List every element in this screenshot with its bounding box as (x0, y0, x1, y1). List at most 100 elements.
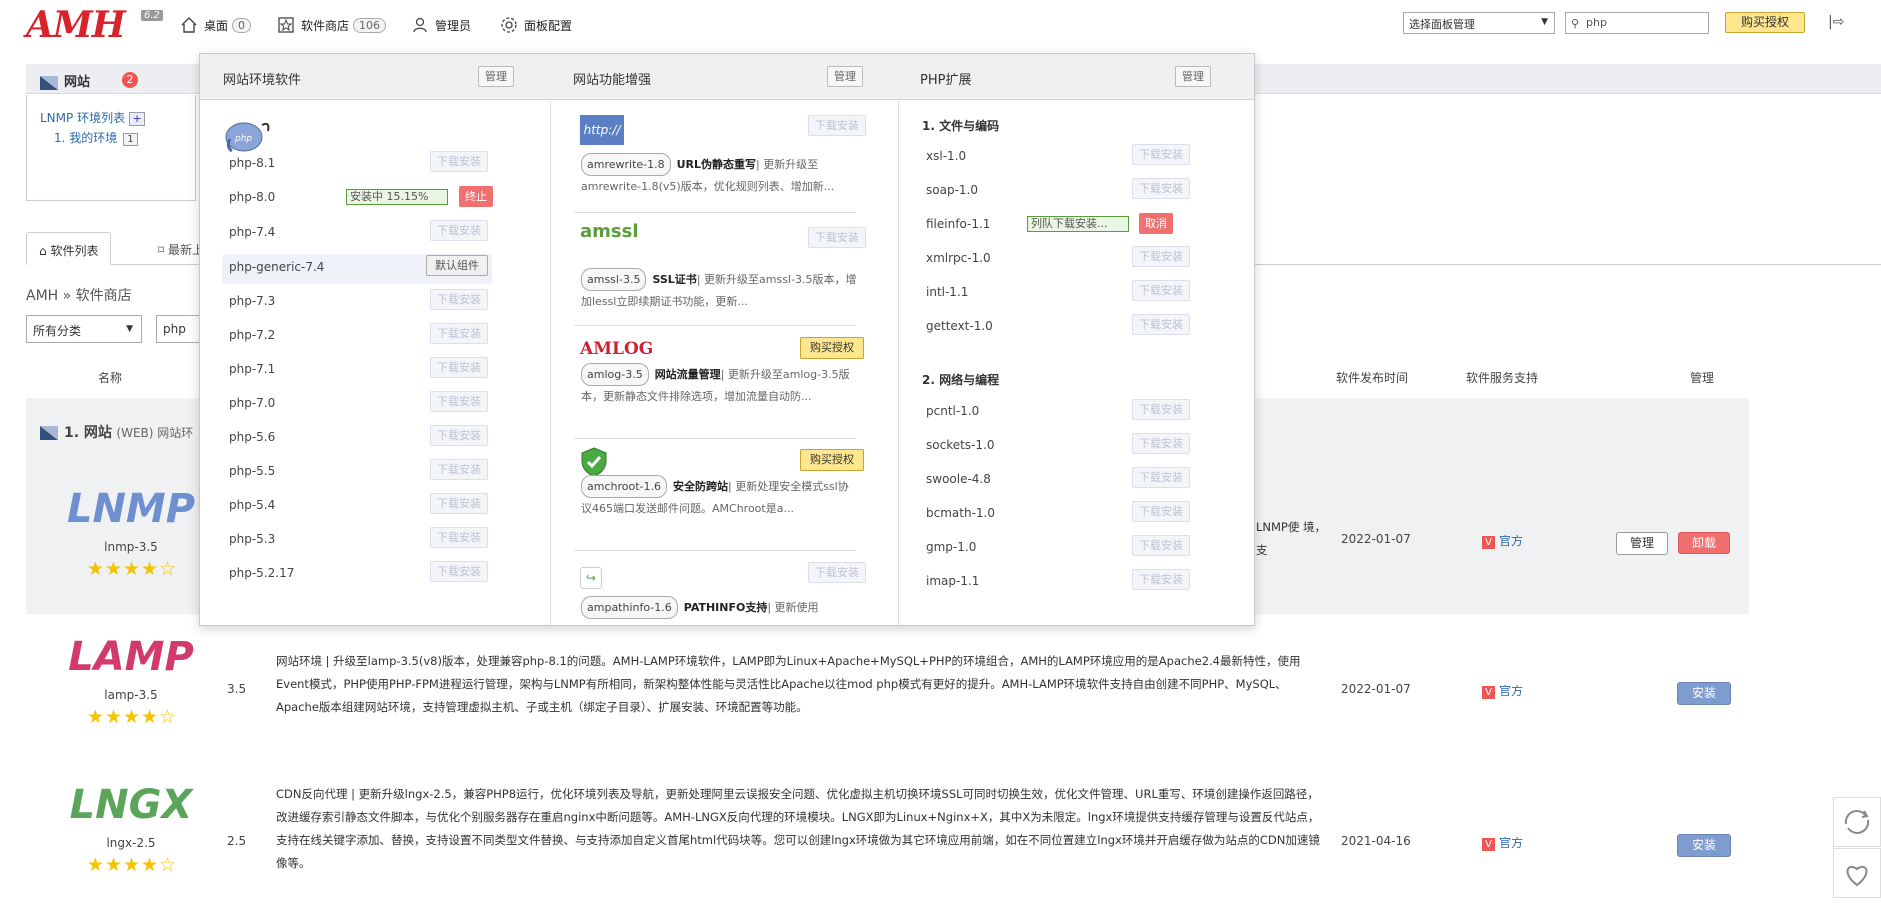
download-install-button[interactable]: 下载安装 (1132, 246, 1190, 267)
refresh-icon[interactable] (1833, 797, 1881, 847)
download-install-button[interactable]: 下载安装 (1132, 399, 1190, 420)
my-env-link[interactable]: 1. 我的环境 1 (54, 129, 138, 146)
official-support[interactable]: V 官方 (1482, 834, 1523, 851)
download-install-button[interactable]: 下载安装 (1132, 280, 1190, 301)
official-support-label: 官方 (1499, 534, 1524, 548)
v-icon: V (1482, 838, 1495, 851)
lngx-logo[interactable]: LNGX (56, 782, 206, 828)
logout-icon[interactable]: |⇨ (1828, 14, 1844, 30)
category-prefix: 1. 网站 (64, 425, 112, 441)
nav-panel-config[interactable]: 面板配置 (500, 14, 572, 36)
flag-icon (40, 426, 58, 440)
official-support[interactable]: V 官方 (1482, 682, 1523, 699)
download-install-button[interactable]: 下载安装 (1132, 535, 1190, 556)
install-button[interactable]: 安装 (1677, 682, 1731, 705)
category-select[interactable]: 所有分类 ▼ (26, 315, 142, 343)
download-install-button[interactable]: 下载安装 (430, 493, 488, 514)
nav-desktop-label: 桌面 (204, 18, 229, 33)
amh-logo[interactable]: AMH (26, 4, 126, 46)
official-support[interactable]: V 官方 (1482, 532, 1523, 549)
website-label-text: 网站 (64, 75, 91, 90)
lamp-logo[interactable]: LAMP (56, 634, 206, 680)
nav-store[interactable]: 软件商店 106 (277, 14, 387, 36)
stop-button[interactable]: 终止 (459, 186, 493, 207)
download-install-button[interactable]: 下载安装 (430, 220, 488, 241)
download-install-button[interactable]: 下载安装 (808, 115, 866, 136)
download-install-button[interactable]: 下载安装 (430, 527, 488, 548)
dropdown-arrow-icon: ▼ (1541, 17, 1548, 27)
dropdown-header: 网站环境软件 管理 网站功能增强 管理 PHP扩展 管理 (200, 54, 1254, 100)
download-install-button[interactable]: 下载安装 (1132, 144, 1190, 165)
download-install-button[interactable]: 下载安装 (1132, 467, 1190, 488)
buy-license-button[interactable]: 购买授权 (800, 337, 864, 359)
download-install-button[interactable]: 下载安装 (1132, 433, 1190, 454)
manage-web-func-button[interactable]: 管理 (827, 66, 863, 87)
nav-admin-label: 管理员 (435, 18, 472, 33)
download-install-button[interactable]: 下载安装 (430, 151, 488, 172)
list-item: php-7.0 (229, 396, 276, 410)
install-button[interactable]: 安装 (1677, 834, 1731, 857)
manage-php-ext-button[interactable]: 管理 (1175, 66, 1211, 87)
v-icon: V (1482, 686, 1495, 699)
website-label[interactable]: 网站 (40, 71, 90, 90)
release-date: 2022-01-07 (1341, 682, 1411, 696)
pkg-name: lngx-2.5 (106, 836, 156, 850)
category-suffix: (WEB) 网站环 (116, 426, 194, 440)
feature-card: amlog-3.5 网站流量管理| 更新升级至amlog-3.5版本，更新静态文件… (581, 363, 859, 407)
download-install-button[interactable]: 下载安装 (1132, 314, 1190, 335)
row-description: CDN反向代理 | 更新升级lngx-2.5，兼容PHP8运行，优化环境列表及导… (276, 787, 1320, 870)
rating-stars: ★★★★☆ (86, 558, 178, 580)
lnmp-logo[interactable]: LNMP (56, 486, 206, 532)
download-install-button[interactable]: 下载安装 (1132, 178, 1190, 199)
favorite-heart-icon[interactable] (1833, 848, 1881, 898)
download-install-button[interactable]: 下载安装 (1132, 501, 1190, 522)
feature-name: 安全防跨站 (673, 480, 728, 493)
manage-button[interactable]: 管理 (1616, 532, 1668, 555)
list-item: php-8.1 (229, 156, 276, 170)
download-install-button[interactable]: 下载安装 (430, 459, 488, 480)
pkg-name: lamp-3.5 (104, 688, 158, 702)
buy-license-button[interactable]: 购买授权 (800, 449, 864, 471)
cancel-button[interactable]: 取消 (1139, 213, 1173, 234)
flag-icon (40, 75, 58, 90)
search-input[interactable]: ⚲ php (1565, 12, 1709, 34)
nav-admin[interactable]: 管理员 (411, 14, 471, 36)
list-item: gmp-1.0 (926, 540, 977, 554)
lnmp-env-list-link[interactable]: LNMP 环境列表 + (40, 109, 146, 126)
download-install-button[interactable]: 下载安装 (430, 391, 488, 412)
download-install-button[interactable]: 下载安装 (808, 227, 866, 248)
section-title: 1. 文件与编码 (922, 119, 1000, 133)
col-manage: 管理 (1690, 371, 1715, 385)
keyword-input[interactable]: php (156, 315, 204, 343)
buy-license-button[interactable]: 购买授权 (1725, 12, 1805, 33)
tab-software-list[interactable]: ⌂ 软件列表 (26, 232, 112, 265)
list-item: php-8.0 (229, 190, 276, 204)
uninstall-button[interactable]: 卸载 (1678, 532, 1730, 554)
tag-icon: ⌑ (158, 243, 168, 257)
download-install-button[interactable]: 下载安装 (808, 562, 866, 583)
download-install-button[interactable]: 下载安装 (430, 561, 488, 582)
panel-select[interactable]: 选择面板管理 ▼ (1403, 12, 1555, 34)
download-install-button[interactable]: 下载安装 (430, 289, 488, 310)
version-badge: 6.2 (141, 10, 163, 21)
install-progress: 安装中 15.15% (346, 189, 448, 205)
web-env-column: php php-8.1 下载安装 php-8.0 安装中 15.15% 终止 p… (200, 101, 551, 625)
nav-desktop-count: 0 (232, 17, 252, 33)
download-install-button[interactable]: 下载安装 (430, 357, 488, 378)
nav-store-label: 软件商店 (301, 18, 350, 33)
download-install-button[interactable]: 下载安装 (430, 425, 488, 446)
list-item: intl-1.1 (926, 285, 969, 299)
feature-card: amssl-3.5 SSL证书| 更新升级至amssl-3.5版本，增加lessl… (581, 268, 859, 312)
home-icon (180, 16, 198, 34)
col-title-web-env: 网站环境软件 (223, 73, 302, 88)
list-item: php-5.2.17 (229, 566, 295, 580)
list-item: php-5.3 (229, 532, 276, 546)
table-row: LNGX lngx-2.5 ★★★★☆ 2.5 CDN反向代理 | 更新升级ln… (26, 762, 1749, 915)
tab-software-list-label: 软件列表 (50, 244, 99, 258)
manage-web-env-button[interactable]: 管理 (478, 66, 514, 87)
default-component-button[interactable]: 默认组件 (426, 255, 488, 276)
nav-desktop[interactable]: 桌面 0 (180, 14, 252, 36)
download-install-button[interactable]: 下载安装 (430, 323, 488, 344)
add-env-button[interactable]: + (129, 112, 146, 126)
download-install-button[interactable]: 下载安装 (1132, 569, 1190, 590)
